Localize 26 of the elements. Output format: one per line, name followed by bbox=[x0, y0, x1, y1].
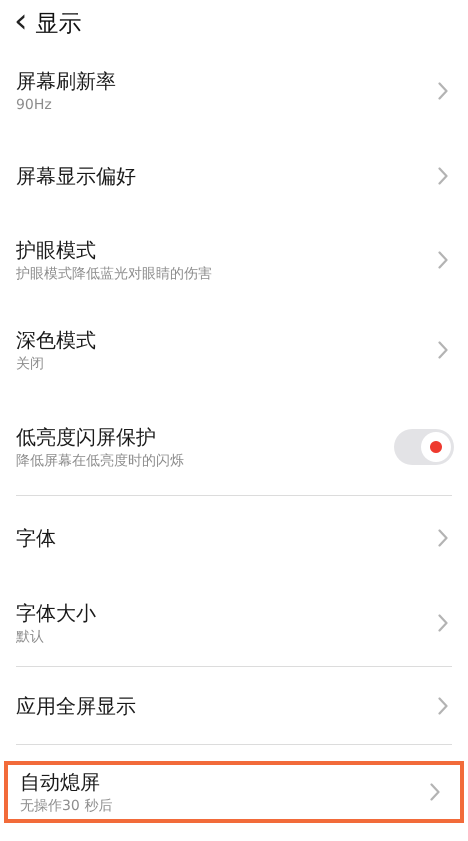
setting-title: 屏幕刷新率 bbox=[16, 68, 116, 95]
settings-row[interactable]: 深色模式 关闭 bbox=[0, 302, 468, 398]
setting-subtitle: 降低屏幕在低亮度时的闪烁 bbox=[16, 452, 184, 470]
setting-subtitle: 默认 bbox=[16, 628, 45, 647]
setting-subtitle: 关闭 bbox=[16, 355, 45, 374]
setting-title: 低亮度闪屏保护 bbox=[16, 424, 157, 450]
setting-title: 深色模式 bbox=[16, 327, 96, 354]
setting-title: 自动熄屏 bbox=[20, 769, 101, 796]
page-title: 显示 bbox=[36, 10, 82, 39]
setting-subtitle: 无操作30 秒后 bbox=[20, 797, 112, 816]
settings-row[interactable]: 字体 bbox=[0, 496, 468, 580]
settings-row[interactable]: 应用全屏显示 bbox=[0, 667, 468, 744]
setting-subtitle: 护眼模式降低蓝光对眼睛的伤害 bbox=[16, 265, 212, 284]
setting-title: 应用全屏显示 bbox=[16, 692, 136, 720]
setting-title: 屏幕显示偏好 bbox=[16, 163, 136, 190]
settings-row[interactable]: 屏幕刷新率 90Hz bbox=[0, 48, 468, 134]
setting-subtitle: 90Hz bbox=[16, 96, 53, 115]
settings-row[interactable]: 屏幕显示偏好 bbox=[0, 134, 468, 218]
settings-row[interactable]: 护眼模式 护眼模式降低蓝光对眼睛的伤害 bbox=[0, 218, 468, 302]
setting-title: 字体大小 bbox=[16, 600, 96, 627]
settings-row[interactable]: 自动熄屏 无操作30 秒后 bbox=[4, 761, 464, 823]
back-button[interactable]: ‹ bbox=[14, 4, 28, 38]
settings-row[interactable]: 字体大小 默认 bbox=[0, 580, 468, 666]
settings-row[interactable]: 低亮度闪屏保护 降低屏幕在低亮度时的闪烁 bbox=[0, 398, 468, 495]
setting-title: 护眼模式 bbox=[16, 237, 97, 264]
setting-title: 字体 bbox=[16, 525, 56, 552]
